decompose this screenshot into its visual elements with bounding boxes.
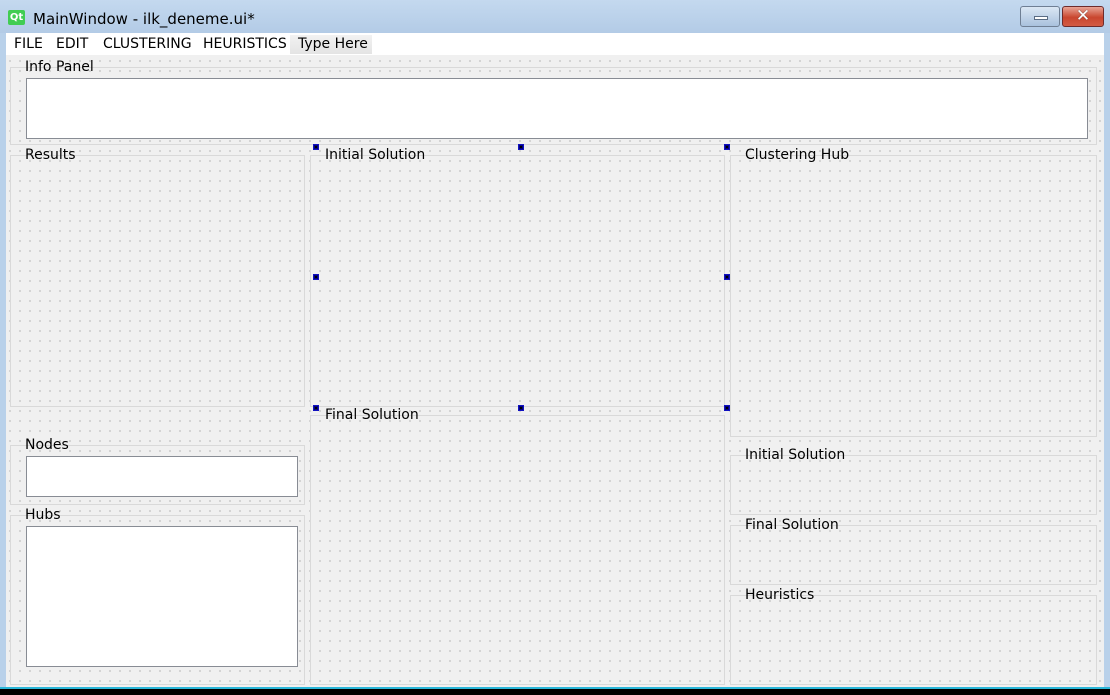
right-initial-solution-group: Initial Solution	[730, 447, 1097, 515]
info-panel-group: Info Panel	[10, 59, 1097, 145]
info-panel-textbox[interactable]	[26, 78, 1088, 139]
menu-clustering[interactable]: CLUSTERING	[103, 36, 192, 53]
resize-handle-top-left[interactable]	[313, 144, 319, 150]
taskbar-strip	[0, 689, 1110, 695]
clustering-hub-group: Clustering Hub	[730, 147, 1097, 437]
qt-logo-icon: Qt	[8, 10, 25, 25]
resize-handle-bottom-left[interactable]	[313, 405, 319, 411]
minimize-icon	[1034, 16, 1048, 20]
resize-handle-left[interactable]	[313, 274, 319, 280]
menu-type-here[interactable]: Type Here	[290, 35, 372, 54]
minimize-button[interactable]	[1020, 6, 1060, 27]
nodes-group: Nodes	[10, 437, 305, 505]
close-button[interactable]: ✕	[1062, 6, 1104, 27]
menu-heuristics[interactable]: HEURISTICS	[203, 36, 287, 53]
clustering-hub-title: Clustering Hub	[745, 147, 850, 163]
nodes-textbox[interactable]	[26, 456, 298, 497]
resize-handle-bottom[interactable]	[518, 405, 524, 411]
final-solution-title: Final Solution	[325, 407, 419, 423]
resize-handle-top[interactable]	[518, 144, 524, 150]
menu-file[interactable]: FILE	[14, 36, 43, 53]
close-icon: ✕	[1075, 6, 1091, 26]
info-panel-title: Info Panel	[25, 59, 94, 75]
results-group: Results	[10, 147, 305, 407]
initial-solution-title: Initial Solution	[325, 147, 426, 163]
resize-handle-bottom-right[interactable]	[724, 405, 730, 411]
nodes-title: Nodes	[25, 437, 69, 453]
right-initial-solution-title: Initial Solution	[745, 447, 846, 463]
right-final-solution-group: Final Solution	[730, 517, 1097, 585]
form-canvas: Info Panel Results Initial Solution Fina…	[6, 55, 1104, 688]
hubs-title: Hubs	[25, 507, 61, 523]
title-bar: Qt MainWindow - ilk_deneme.ui* ✕	[0, 0, 1110, 33]
results-title: Results	[25, 147, 76, 163]
heuristics-group: Heuristics	[730, 587, 1097, 685]
resize-handle-right[interactable]	[724, 274, 730, 280]
hubs-group: Hubs	[10, 507, 305, 685]
right-final-solution-title: Final Solution	[745, 517, 839, 533]
heuristics-title: Heuristics	[745, 587, 815, 603]
final-solution-group: Final Solution	[310, 407, 725, 685]
menu-edit[interactable]: EDIT	[56, 36, 88, 53]
initial-solution-group[interactable]: Initial Solution	[310, 147, 725, 407]
main-window-client: FILE EDIT CLUSTERING HEURISTICS Type Her…	[6, 33, 1104, 688]
resize-handle-top-right[interactable]	[724, 144, 730, 150]
window-title: MainWindow - ilk_deneme.ui*	[33, 10, 255, 28]
menu-bar: FILE EDIT CLUSTERING HEURISTICS Type Her…	[6, 33, 1104, 55]
hubs-textbox[interactable]	[26, 526, 298, 667]
